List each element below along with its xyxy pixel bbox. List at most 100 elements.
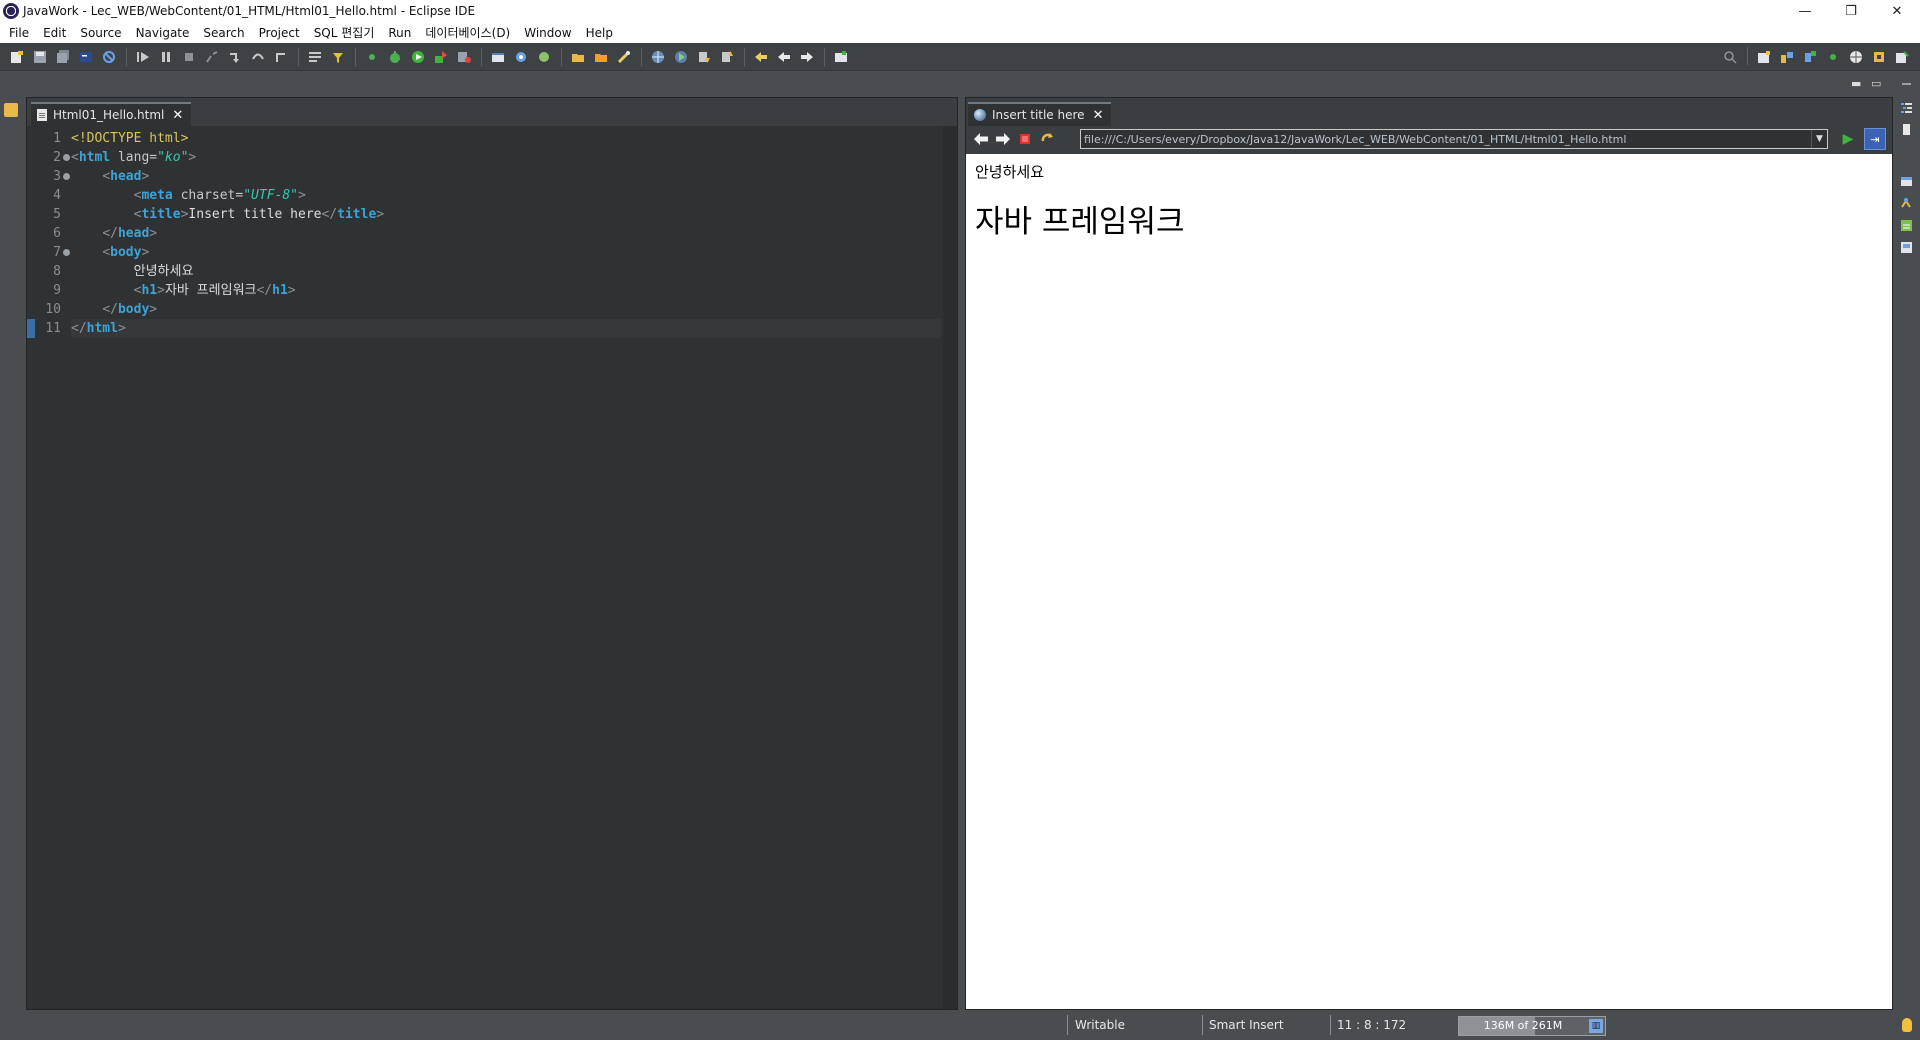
java-ee-perspective-icon[interactable] <box>1776 47 1798 67</box>
back-icon[interactable] <box>773 47 795 67</box>
git-perspective-icon[interactable] <box>1891 47 1913 67</box>
menu-navigate[interactable]: Navigate <box>131 26 195 40</box>
menu-run[interactable]: Run <box>383 26 416 40</box>
minimize-button[interactable]: — <box>1782 0 1828 22</box>
restore-button[interactable]: ❐ <box>1828 0 1874 22</box>
task-list-icon[interactable] <box>1900 123 1913 136</box>
data-source-icon[interactable] <box>1900 197 1913 210</box>
line-number: 5 <box>53 207 61 222</box>
open-external-browser-icon[interactable]: ⇥ <box>1864 128 1886 150</box>
browser-toolbar: ▼ ▶ ⇥ <box>966 126 1892 152</box>
skip-breakpoints-icon[interactable] <box>98 47 120 67</box>
step-into-icon[interactable] <box>224 47 246 67</box>
resume-icon[interactable] <box>132 47 154 67</box>
new-icon[interactable] <box>6 47 28 67</box>
restore-view-icon[interactable] <box>1900 79 1913 92</box>
debug-icon[interactable] <box>384 47 406 67</box>
open-task-icon[interactable] <box>590 47 612 67</box>
menu-sql-editor[interactable]: SQL 편집기 <box>309 24 380 41</box>
save-icon[interactable] <box>29 47 51 67</box>
terminate-icon[interactable] <box>178 47 200 67</box>
new-java-package-icon[interactable] <box>510 47 532 67</box>
trash-icon[interactable]: ▥ <box>1589 1019 1603 1033</box>
new-class-icon[interactable] <box>533 47 555 67</box>
close-icon[interactable]: ✕ <box>1093 108 1104 123</box>
last-edit-location-icon[interactable] <box>750 47 772 67</box>
fold-toggle-icon[interactable] <box>63 173 70 180</box>
disconnect-icon[interactable] <box>201 47 223 67</box>
menu-source[interactable]: Source <box>75 26 126 40</box>
rendered-page[interactable]: 안녕하세요 자바 프레임워크 <box>966 154 1892 1009</box>
url-combo[interactable]: ▼ <box>1080 129 1828 149</box>
project-explorer-icon[interactable] <box>4 103 18 117</box>
open-type-icon[interactable] <box>567 47 589 67</box>
forward-arrow-icon[interactable] <box>992 128 1014 150</box>
menu-project[interactable]: Project <box>254 26 305 40</box>
menu-edit[interactable]: Edit <box>38 26 71 40</box>
close-window-button[interactable]: ✕ <box>1874 0 1920 22</box>
code-text-area[interactable]: <!DOCTYPE html> <html lang="ko"> <head> <… <box>71 126 941 1009</box>
stop-icon[interactable] <box>1014 128 1036 150</box>
open-web-browser-icon[interactable] <box>647 47 669 67</box>
suspend-icon[interactable] <box>155 47 177 67</box>
menu-help[interactable]: Help <box>581 26 618 40</box>
web-services-icon[interactable] <box>670 47 692 67</box>
run-server-icon[interactable] <box>453 47 475 67</box>
maximize-icon[interactable]: ▭ <box>1871 77 1881 90</box>
java-perspective-icon[interactable] <box>1799 47 1821 67</box>
editor-scrollbar[interactable] <box>943 126 957 1009</box>
go-icon[interactable]: ▶ <box>1838 129 1858 149</box>
next-annotation-icon[interactable] <box>693 47 715 67</box>
toolbar-separator <box>481 47 482 66</box>
new-java-project-icon[interactable] <box>487 47 509 67</box>
debug-perspective-icon[interactable] <box>1822 47 1844 67</box>
toolbar-separator <box>1747 47 1748 65</box>
tab-html01-hello[interactable]: Html01_Hello.html ✕ <box>31 102 192 126</box>
database-perspective-icon[interactable] <box>1868 47 1890 67</box>
minimize-icon[interactable]: ▬ <box>1851 77 1861 90</box>
save-all-icon[interactable] <box>52 47 74 67</box>
code-line: </body> <box>71 300 941 319</box>
terminal-icon[interactable] <box>75 47 97 67</box>
editor-tab-label: Html01_Hello.html <box>53 108 165 122</box>
search-tool-icon[interactable] <box>613 47 635 67</box>
code-editor[interactable]: 1 2 3 4 5 6 7 8 9 10 11 <!DOCTYPE html> <html lang=… <box>27 126 957 1009</box>
drop-to-frame-icon[interactable] <box>304 47 326 67</box>
url-input[interactable] <box>1081 130 1811 148</box>
fold-toggle-icon[interactable] <box>63 249 70 256</box>
menu-search[interactable]: Search <box>198 26 249 40</box>
open-perspective-icon[interactable] <box>1753 47 1775 67</box>
code-token: > <box>180 131 189 146</box>
servers-icon[interactable] <box>1900 175 1913 188</box>
toolbar-separator <box>126 47 127 66</box>
use-step-filters-icon[interactable] <box>327 47 349 67</box>
tab-insert-title-here[interactable]: Insert title here ✕ <box>968 102 1112 126</box>
console-icon[interactable] <box>1900 241 1913 254</box>
pane-sash[interactable] <box>958 97 965 1010</box>
fold-toggle-icon[interactable] <box>63 154 70 161</box>
forward-icon[interactable] <box>796 47 818 67</box>
back-arrow-icon[interactable] <box>970 128 992 150</box>
coverage-icon[interactable] <box>361 47 383 67</box>
code-token: > <box>117 321 126 336</box>
close-icon[interactable]: ✕ <box>172 108 183 123</box>
chevron-down-icon[interactable]: ▼ <box>1811 130 1827 148</box>
step-return-icon[interactable] <box>270 47 292 67</box>
step-over-icon[interactable] <box>247 47 269 67</box>
code-line: 안녕하세요 <box>71 262 941 281</box>
pin-editor-icon[interactable] <box>830 47 852 67</box>
search-icon[interactable] <box>1719 47 1741 67</box>
heap-status-text: 136M of 261M <box>1483 1019 1563 1032</box>
refresh-icon[interactable] <box>1036 128 1058 150</box>
menu-file[interactable]: File <box>4 26 34 40</box>
run-external-icon[interactable] <box>430 47 452 67</box>
run-icon[interactable] <box>407 47 429 67</box>
menu-window[interactable]: Window <box>519 26 576 40</box>
heap-status[interactable]: 136M of 261M ▥ <box>1458 1016 1606 1036</box>
lightbulb-icon[interactable] <box>1902 1018 1912 1032</box>
previous-annotation-icon[interactable] <box>716 47 738 67</box>
outline-icon[interactable] <box>1900 101 1913 114</box>
snippets-icon[interactable] <box>1900 219 1913 232</box>
web-perspective-icon[interactable] <box>1845 47 1867 67</box>
menu-database[interactable]: 데이터베이스(D) <box>420 24 515 41</box>
